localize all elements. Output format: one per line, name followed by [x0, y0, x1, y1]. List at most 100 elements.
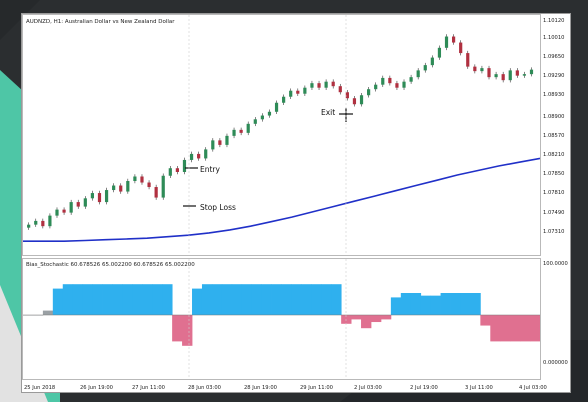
candle-body	[444, 36, 449, 48]
candle-body	[317, 83, 321, 88]
candle-body	[147, 182, 151, 188]
indicator-bar	[370, 315, 382, 323]
indicator-bar	[390, 297, 402, 315]
price-label: 1.08930	[543, 92, 564, 98]
indicator-bar	[62, 284, 74, 315]
price-chart-pane[interactable]: AUDNZD, H1: Australian Dollar vs New Zea…	[22, 14, 541, 256]
indicator-bar	[72, 284, 84, 315]
candle-body	[260, 115, 264, 120]
indicator-bar	[182, 315, 193, 346]
candle-body	[48, 215, 52, 227]
indicator-bar	[420, 295, 432, 315]
candle-body	[501, 74, 505, 81]
indicator-bar	[440, 293, 451, 315]
indicator-bar	[201, 284, 213, 315]
candle-body	[34, 220, 38, 225]
indicator-bar	[112, 284, 123, 315]
indicator-scale: 100.0000 0.000000	[541, 258, 570, 380]
indicator-bar	[400, 293, 412, 315]
candle-body	[430, 57, 434, 66]
candle-body	[494, 74, 498, 78]
price-label: 1.07810	[543, 190, 564, 196]
candle-body	[204, 149, 208, 159]
time-label: 2 Jul 19:00	[410, 385, 438, 391]
candle-body	[197, 153, 201, 159]
price-label: 1.08900	[543, 114, 564, 120]
candle-body	[133, 176, 137, 182]
indicator-bottom-label: 0.000000	[543, 360, 568, 366]
price-label: 1.09650	[543, 54, 564, 60]
candle-body	[310, 83, 314, 88]
indicator-bar	[470, 293, 481, 315]
indicator-bar	[261, 284, 272, 315]
candle-body	[189, 153, 194, 160]
indicator-bar	[361, 315, 372, 329]
candle-body	[473, 66, 477, 72]
indicator-bar	[410, 293, 422, 315]
candle-body	[274, 102, 279, 112]
indicator-bar	[122, 284, 133, 315]
indicator-bar	[490, 315, 501, 342]
time-label: 2 Jul 03:00	[354, 385, 382, 391]
indicator-bar	[460, 293, 471, 315]
indicator-histogram	[23, 284, 540, 346]
candle-body	[69, 202, 73, 213]
candles-layer	[27, 34, 534, 230]
indicator-bar	[271, 284, 282, 315]
candle-body	[459, 42, 463, 54]
entry-label: Entry	[200, 165, 221, 174]
indicator-bar	[430, 295, 441, 315]
price-label: 1.10010	[543, 35, 564, 41]
candle-body	[296, 90, 300, 94]
indicator-bar	[251, 284, 263, 315]
indicator-bar	[500, 315, 511, 342]
indicator-bar	[311, 284, 322, 315]
candle-body	[225, 135, 229, 145]
candle-body	[395, 83, 399, 88]
candle-body	[62, 209, 66, 213]
candle-body	[352, 98, 357, 105]
candle-body	[388, 77, 392, 84]
time-label: 29 Jun 11:00	[300, 385, 333, 391]
candle-body	[246, 123, 250, 133]
indicator-bar	[162, 284, 173, 315]
indicator-bar	[132, 284, 143, 315]
candle-body	[175, 168, 179, 172]
candle-body	[282, 96, 286, 103]
indicator-chart[interactable]: Bias_Stochastic 60.678526 65.002200 60.6…	[23, 259, 540, 379]
price-label: 1.09290	[543, 73, 564, 79]
indicator-bar	[221, 284, 233, 315]
indicator-pane[interactable]: Bias_Stochastic 60.678526 65.002200 60.6…	[22, 258, 541, 380]
indicator-bar	[480, 315, 491, 326]
candle-body	[253, 119, 257, 124]
time-label: 28 Jun 03:00	[188, 385, 221, 391]
indicator-bar	[530, 315, 540, 342]
candle-body	[83, 198, 87, 207]
indicator-bar	[102, 284, 113, 315]
candle-body	[232, 129, 236, 136]
candle-body	[140, 176, 144, 183]
candle-body	[168, 168, 172, 176]
candle-body	[55, 209, 59, 216]
candle-body	[289, 90, 293, 97]
candle-body	[522, 74, 527, 76]
candle-body	[331, 81, 335, 87]
candle-body	[515, 70, 519, 76]
price-scale[interactable]: 1.10120 1.10010 1.09650 1.09290 1.08930 …	[541, 14, 570, 256]
indicator-bar	[211, 284, 223, 315]
candle-body	[437, 47, 442, 58]
time-label: 26 Jun 19:00	[80, 385, 113, 391]
time-label: 3 Jul 11:00	[465, 385, 493, 391]
candle-body	[161, 175, 165, 198]
price-label: 1.07850	[543, 171, 564, 177]
entry-marker: Entry	[185, 165, 221, 174]
candle-body	[267, 111, 272, 116]
time-label: 25 Jun 2018	[24, 385, 55, 391]
price-label: 1.07490	[543, 210, 564, 216]
candle-body	[367, 89, 371, 96]
candle-body	[338, 86, 342, 93]
price-label: 1.10120	[543, 18, 564, 24]
price-chart[interactable]: AUDNZD, H1: Australian Dollar vs New Zea…	[23, 15, 540, 255]
indicator-bar	[291, 284, 302, 315]
indicator-bar	[152, 284, 163, 315]
